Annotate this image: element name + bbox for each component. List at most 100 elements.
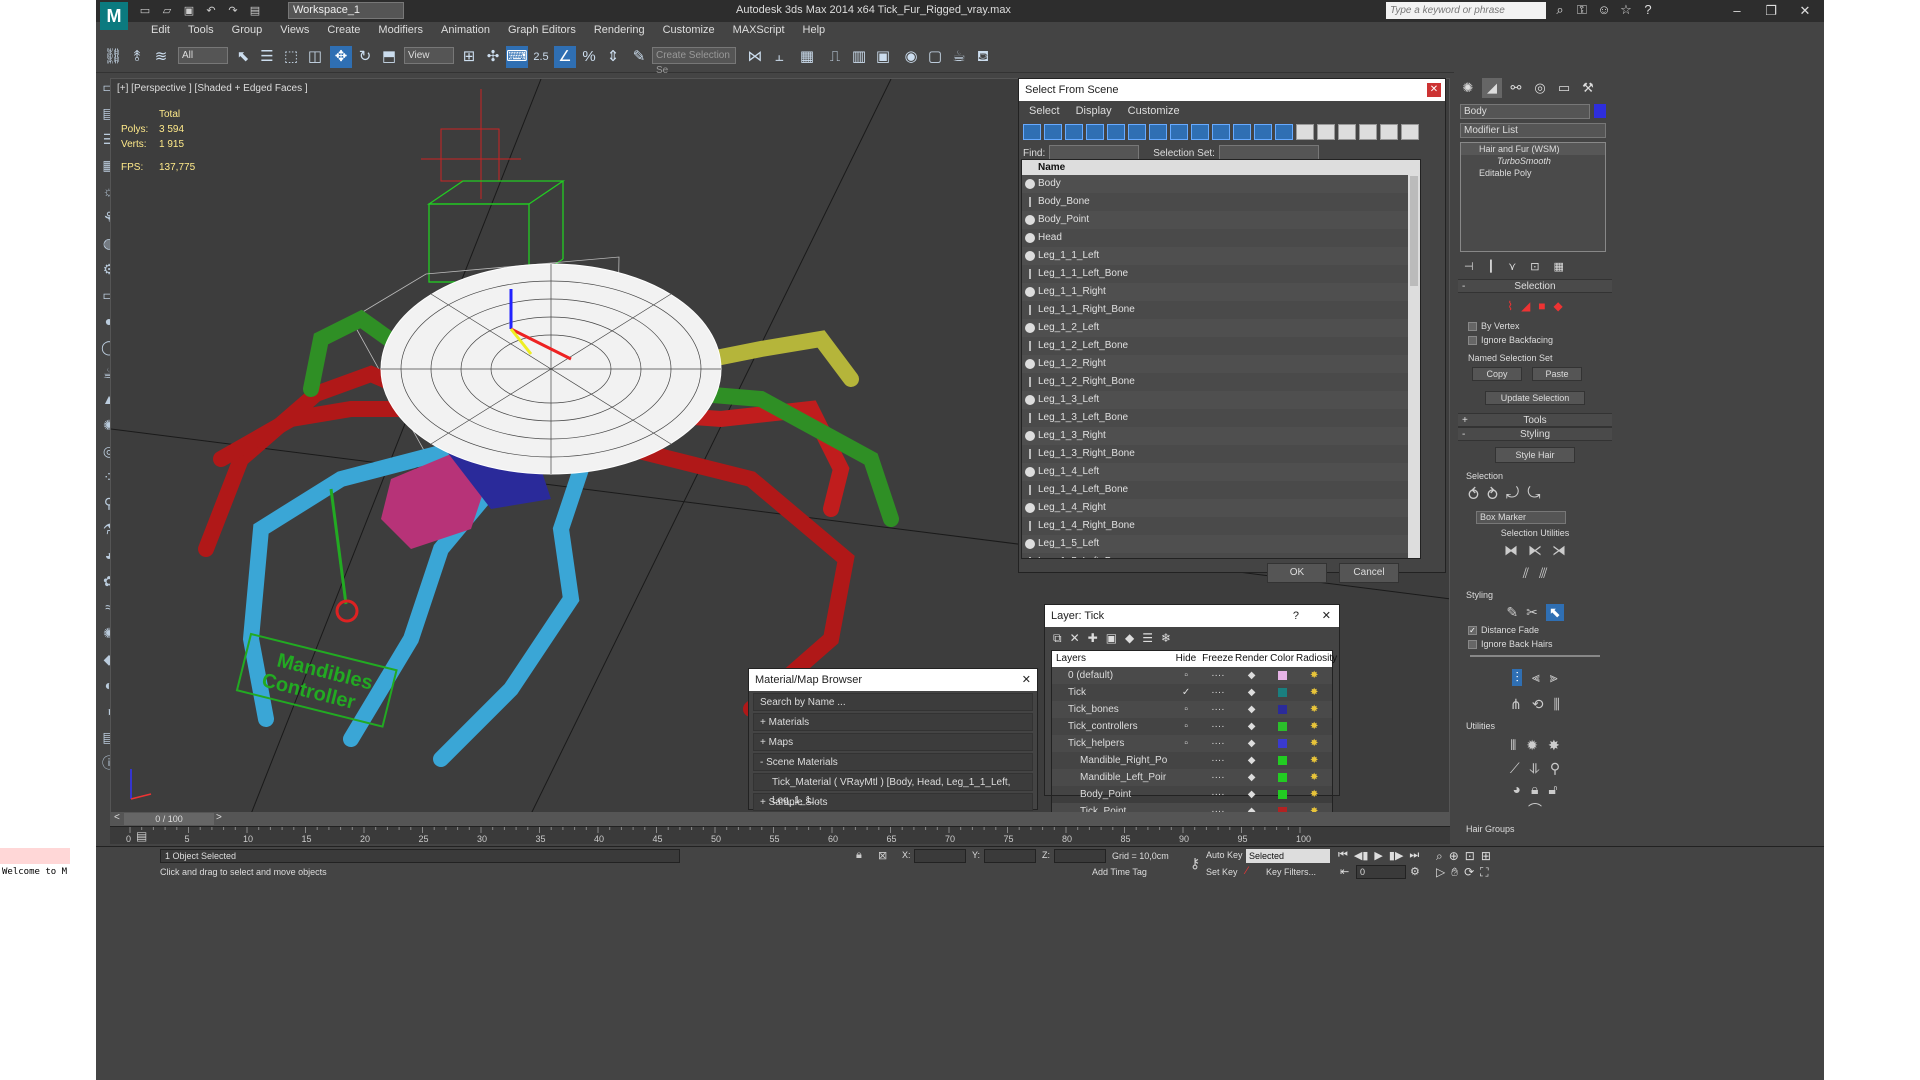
selection-filter-dropdown[interactable]: All bbox=[178, 47, 228, 64]
time-slider-thumb[interactable]: 0 / 100 bbox=[124, 813, 214, 825]
utilities-tab-icon[interactable]: ⚒ bbox=[1578, 78, 1598, 98]
display-cameras-icon[interactable] bbox=[1086, 124, 1104, 140]
window-crossing-icon[interactable]: ◫ bbox=[304, 46, 326, 68]
col-color[interactable]: Color bbox=[1268, 651, 1296, 667]
unlink-icon[interactable]: ⥉ bbox=[126, 46, 148, 68]
display-helpers-icon[interactable] bbox=[1107, 124, 1125, 140]
time-slider-next-icon[interactable]: > bbox=[216, 812, 222, 823]
object-name-input[interactable]: Body bbox=[1460, 104, 1590, 119]
layer-freeze-toggle[interactable]: ···· bbox=[1201, 667, 1235, 684]
object-list-item[interactable]: Body_Bone bbox=[1022, 193, 1420, 211]
zoom-extents-all-icon[interactable]: ⊞ bbox=[1481, 849, 1491, 864]
time-configuration-icon[interactable]: ⚙ bbox=[1410, 865, 1420, 878]
select-layer-objects-icon[interactable]: ▣ bbox=[1106, 631, 1117, 646]
object-list-item[interactable]: Leg_1_3_Right_Bone bbox=[1022, 445, 1420, 463]
layer-hide-toggle[interactable] bbox=[1171, 786, 1201, 803]
link-icon[interactable]: ⛓ bbox=[102, 46, 124, 68]
menu-group[interactable]: Group bbox=[223, 22, 272, 39]
layer-render-icon[interactable]: ◆ bbox=[1235, 752, 1269, 769]
menu-graph-editors[interactable]: Graph Editors bbox=[499, 22, 585, 39]
sfs-menu-select[interactable]: Select bbox=[1029, 105, 1060, 117]
display-geometry-icon[interactable] bbox=[1023, 124, 1041, 140]
tick-body-mesh[interactable] bbox=[380, 263, 722, 475]
select-invert-icon[interactable] bbox=[1338, 124, 1356, 140]
display-bones-icon[interactable] bbox=[1191, 124, 1209, 140]
ignore-backfacing-checkbox[interactable]: Ignore Backfacing bbox=[1458, 333, 1612, 347]
object-list-item[interactable]: Leg_1_4_Left bbox=[1022, 463, 1420, 481]
update-selection-button[interactable]: Update Selection bbox=[1485, 391, 1585, 405]
select-hair-by-ends-icon[interactable]: ⥀ bbox=[1468, 485, 1479, 505]
modifier-stack[interactable]: Hair and Fur (WSM) TurboSmooth Editable … bbox=[1460, 142, 1606, 252]
layer-freeze-toggle[interactable]: ···· bbox=[1201, 701, 1235, 718]
go-to-start-icon[interactable]: ⏮ bbox=[1338, 849, 1348, 862]
cancel-button[interactable]: Cancel bbox=[1339, 563, 1399, 583]
hierarchy-tab-icon[interactable]: ⚯ bbox=[1506, 78, 1526, 98]
reference-coordinate-dropdown[interactable]: View bbox=[404, 47, 454, 64]
display-groups-icon[interactable] bbox=[1149, 124, 1167, 140]
display-frozen-icon[interactable] bbox=[1233, 124, 1251, 140]
object-list-item[interactable]: Leg_1_5_Left bbox=[1022, 535, 1420, 553]
col-render[interactable]: Render bbox=[1235, 651, 1269, 667]
lock-hair-icon[interactable]: 🔒︎ bbox=[1531, 781, 1538, 798]
sfs-menu-display[interactable]: Display bbox=[1076, 105, 1112, 117]
star-icon[interactable]: ☆ bbox=[1618, 2, 1634, 18]
style-hair-button[interactable]: Style Hair bbox=[1495, 447, 1575, 463]
element-icon[interactable]: ◆ bbox=[1554, 299, 1563, 313]
absolute-mode-icon[interactable]: ⊠ bbox=[878, 849, 887, 862]
create-tab-icon[interactable]: ✺ bbox=[1458, 78, 1478, 98]
project-folder-icon[interactable]: ▤ bbox=[246, 3, 264, 19]
display-all-icon[interactable] bbox=[1275, 124, 1293, 140]
menu-maxscript[interactable]: MAXScript bbox=[724, 22, 794, 39]
object-list-item[interactable]: Leg_1_1_Left bbox=[1022, 247, 1420, 265]
select-all-icon[interactable] bbox=[1296, 124, 1314, 140]
face-icon[interactable]: ◢ bbox=[1521, 299, 1530, 313]
object-list-item[interactable]: Body bbox=[1022, 175, 1420, 193]
object-list-item[interactable]: Leg_1_1_Right bbox=[1022, 283, 1420, 301]
select-and-move-icon[interactable]: ✥ bbox=[330, 46, 352, 68]
object-list-item[interactable]: Leg_1_1_Left_Bone bbox=[1022, 265, 1420, 283]
create-layer-icon[interactable]: ⧉ bbox=[1053, 631, 1062, 646]
key-filters-button[interactable]: Key Filters... bbox=[1266, 867, 1316, 877]
percent-snap-icon[interactable]: % bbox=[578, 46, 600, 68]
guides-icon[interactable]: ⌇ bbox=[1507, 299, 1513, 313]
layer-row[interactable]: Body_Point ···· ◆ ✸ bbox=[1052, 786, 1332, 803]
layer-radiosity-icon[interactable]: ✸ bbox=[1296, 718, 1332, 735]
layer-color-swatch[interactable] bbox=[1269, 684, 1297, 701]
layer-row[interactable]: Tick_helpers ▫ ···· ◆ ✸ bbox=[1052, 735, 1332, 752]
set-key-button[interactable]: Set Key bbox=[1206, 867, 1238, 877]
styling-rollout-header[interactable]: - Styling bbox=[1458, 427, 1612, 441]
user-icon[interactable]: ☺ bbox=[1596, 2, 1612, 18]
modify-tab-icon[interactable]: ◢ bbox=[1482, 78, 1502, 98]
col-radiosity[interactable]: Radiosity bbox=[1296, 651, 1337, 667]
maxscript-listener[interactable] bbox=[0, 848, 70, 864]
hide-all-layers-icon[interactable]: ☰ bbox=[1142, 631, 1153, 646]
maxscript-listener-input[interactable]: Welcome to M bbox=[0, 864, 70, 880]
menu-rendering[interactable]: Rendering bbox=[585, 22, 654, 39]
layer-radiosity-icon[interactable]: ✸ bbox=[1296, 786, 1332, 803]
set-key-mode-icon[interactable]: ⚷ bbox=[1190, 855, 1200, 872]
display-shapes-icon[interactable] bbox=[1044, 124, 1062, 140]
curve-editor-icon[interactable]: ⎍ bbox=[824, 46, 846, 68]
search-input[interactable]: Type a keyword or phrase bbox=[1386, 2, 1546, 19]
object-list-scrollbar[interactable] bbox=[1408, 160, 1420, 558]
expand-selection-icon[interactable]: ⧕ bbox=[1552, 542, 1566, 559]
layer-freeze-toggle[interactable]: ···· bbox=[1201, 718, 1235, 735]
layer-color-swatch[interactable] bbox=[1269, 735, 1297, 752]
toggle-collisions-icon[interactable]: ⟋ bbox=[1510, 760, 1520, 777]
z-coordinate-field[interactable] bbox=[1054, 849, 1106, 863]
pop-zero-icon[interactable]: ✸ bbox=[1548, 737, 1560, 754]
bind-space-warp-icon[interactable]: ≋ bbox=[150, 46, 172, 68]
clump-icon[interactable]: ⋔ bbox=[1510, 696, 1522, 713]
workspace-dropdown[interactable]: Workspace_1 bbox=[288, 2, 404, 19]
previous-frame-icon[interactable]: ◀▮ bbox=[1354, 849, 1369, 862]
edit-named-selection-icon[interactable]: ✎ bbox=[628, 46, 650, 68]
object-list-item[interactable]: Leg_1_4_Right bbox=[1022, 499, 1420, 517]
menu-animation[interactable]: Animation bbox=[432, 22, 499, 39]
by-vertex-checkbox[interactable]: By Vertex bbox=[1458, 319, 1612, 333]
menu-tools[interactable]: Tools bbox=[179, 22, 223, 39]
restore-icon[interactable]: ❐ bbox=[1754, 0, 1788, 22]
layer-render-icon[interactable]: ◆ bbox=[1235, 667, 1269, 684]
keyboard-shortcut-override-icon[interactable]: ⌨ bbox=[506, 46, 528, 68]
layer-render-icon[interactable]: ◆ bbox=[1235, 735, 1269, 752]
table-icon[interactable] bbox=[1401, 124, 1419, 140]
